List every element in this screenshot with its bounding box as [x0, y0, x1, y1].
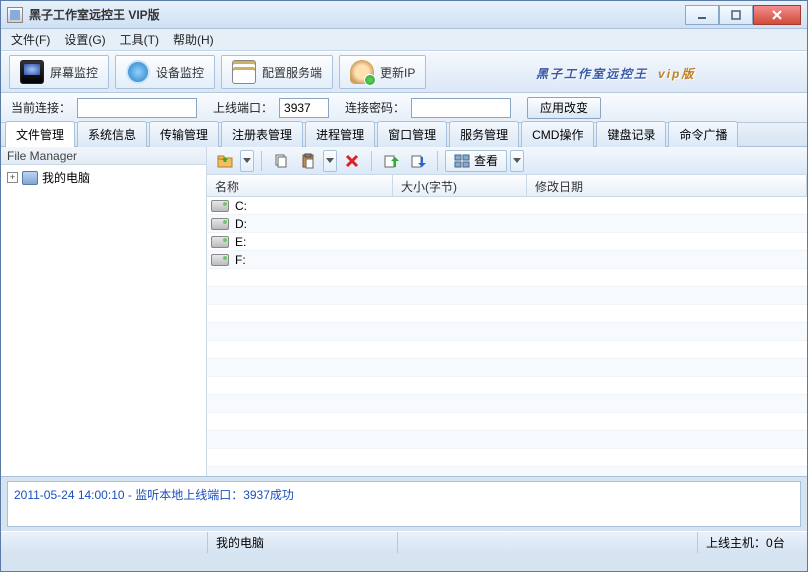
up-folder-button[interactable] — [213, 150, 237, 172]
paste-dropdown[interactable] — [323, 150, 337, 172]
expand-icon[interactable]: + — [7, 172, 18, 183]
tab-system-info[interactable]: 系统信息 — [77, 121, 147, 147]
sidebar-title: File Manager — [1, 147, 206, 165]
view-dropdown[interactable] — [510, 150, 524, 172]
empty-row — [207, 287, 807, 305]
file-area: 查看 名称 大小(字节) 修改日期 C: D: E: F: — [207, 147, 807, 476]
empty-row — [207, 377, 807, 395]
tab-transfer[interactable]: 传输管理 — [149, 121, 219, 147]
tab-bar: 文件管理 系统信息 传输管理 注册表管理 进程管理 窗口管理 服务管理 CMD操… — [1, 123, 807, 147]
log-area[interactable]: 2011-05-24 14:00:10 - 监听本地上线端口：3937成功 — [7, 481, 801, 527]
empty-row — [207, 467, 807, 476]
tree-root[interactable]: + 我的电脑 — [7, 169, 200, 186]
pwd-label: 连接密码： — [345, 99, 405, 116]
tab-cmd[interactable]: CMD操作 — [521, 121, 594, 147]
copy-button[interactable] — [269, 150, 293, 172]
main-toolbar: 屏幕监控 设备监控 配置服务端 更新IP 黑子工作室远控王vip版 — [1, 51, 807, 93]
webcam-icon — [126, 60, 150, 84]
list-body: C: D: E: F: — [207, 197, 807, 476]
brand-text: 黑子工作室远控王vip版 — [432, 62, 799, 83]
menu-help[interactable]: 帮助(H) — [173, 31, 214, 48]
tree-root-label: 我的电脑 — [42, 169, 90, 186]
status-cell-mid — [397, 532, 697, 553]
drive-icon — [211, 218, 229, 230]
port-label: 上线端口： — [213, 99, 273, 116]
up-folder-dropdown[interactable] — [240, 150, 254, 172]
drive-icon — [211, 254, 229, 266]
empty-row — [207, 323, 807, 341]
separator — [437, 151, 438, 171]
update-ip-button[interactable]: 更新IP — [339, 55, 426, 89]
title-bar: 黑子工作室远控王 VIP版 — [1, 1, 807, 29]
screen-monitor-button[interactable]: 屏幕监控 — [9, 55, 109, 89]
tab-file-manager[interactable]: 文件管理 — [5, 121, 75, 147]
empty-row — [207, 341, 807, 359]
close-button[interactable] — [753, 5, 801, 25]
tab-broadcast[interactable]: 命令广播 — [668, 121, 738, 147]
empty-row — [207, 449, 807, 467]
connection-bar: 当前连接： 上线端口： 连接密码： 应用改变 — [1, 93, 807, 123]
menu-tools[interactable]: 工具(T) — [120, 31, 159, 48]
pwd-input[interactable] — [411, 98, 511, 118]
col-date[interactable]: 修改日期 — [527, 175, 807, 196]
tab-process[interactable]: 进程管理 — [305, 121, 375, 147]
maximize-button[interactable] — [719, 5, 753, 25]
main-area: File Manager + 我的电脑 查看 — [1, 147, 807, 477]
drive-icon — [211, 236, 229, 248]
drive-row[interactable]: C: — [207, 197, 807, 215]
tab-keylog[interactable]: 键盘记录 — [596, 121, 666, 147]
monitor-icon — [20, 60, 44, 84]
empty-row — [207, 431, 807, 449]
tab-service[interactable]: 服务管理 — [449, 121, 519, 147]
paste-button[interactable] — [296, 150, 320, 172]
status-online: 上线主机：0台 — [697, 532, 807, 553]
computer-icon — [22, 171, 38, 185]
device-monitor-button[interactable]: 设备监控 — [115, 55, 215, 89]
user-refresh-icon — [350, 60, 374, 84]
drive-icon — [211, 200, 229, 212]
separator — [371, 151, 372, 171]
view-icon — [454, 153, 470, 169]
app-icon — [7, 7, 23, 23]
file-toolbar: 查看 — [207, 147, 807, 175]
apply-button[interactable]: 应用改变 — [527, 97, 601, 119]
empty-row — [207, 413, 807, 431]
sidebar: File Manager + 我的电脑 — [1, 147, 207, 476]
drive-row[interactable]: F: — [207, 251, 807, 269]
window-title: 黑子工作室远控王 VIP版 — [29, 6, 685, 23]
download-button[interactable] — [406, 150, 430, 172]
col-size[interactable]: 大小(字节) — [393, 175, 527, 196]
status-path: 我的电脑 — [207, 532, 397, 553]
menu-bar: 文件(F) 设置(G) 工具(T) 帮助(H) — [1, 29, 807, 51]
empty-row — [207, 395, 807, 413]
log-entry: 2011-05-24 14:00:10 - 监听本地上线端口：3937成功 — [14, 488, 294, 502]
tab-window[interactable]: 窗口管理 — [377, 121, 447, 147]
drive-row[interactable]: E: — [207, 233, 807, 251]
separator — [261, 151, 262, 171]
tab-registry[interactable]: 注册表管理 — [221, 121, 303, 147]
view-button[interactable]: 查看 — [445, 150, 507, 172]
status-cell-left — [1, 532, 207, 553]
status-bar: 我的电脑 上线主机：0台 — [1, 531, 807, 553]
menu-file[interactable]: 文件(F) — [11, 31, 50, 48]
empty-row — [207, 269, 807, 287]
tree: + 我的电脑 — [1, 165, 206, 476]
port-input[interactable] — [279, 98, 329, 118]
config-server-button[interactable]: 配置服务端 — [221, 55, 333, 89]
delete-button[interactable] — [340, 150, 364, 172]
col-name[interactable]: 名称 — [207, 175, 393, 196]
current-conn-label: 当前连接： — [11, 99, 71, 116]
upload-button[interactable] — [379, 150, 403, 172]
drive-row[interactable]: D: — [207, 215, 807, 233]
menu-settings[interactable]: 设置(G) — [64, 31, 105, 48]
empty-row — [207, 305, 807, 323]
empty-row — [207, 359, 807, 377]
minimize-button[interactable] — [685, 5, 719, 25]
document-icon — [232, 60, 256, 84]
list-header: 名称 大小(字节) 修改日期 — [207, 175, 807, 197]
current-conn-input[interactable] — [77, 98, 197, 118]
